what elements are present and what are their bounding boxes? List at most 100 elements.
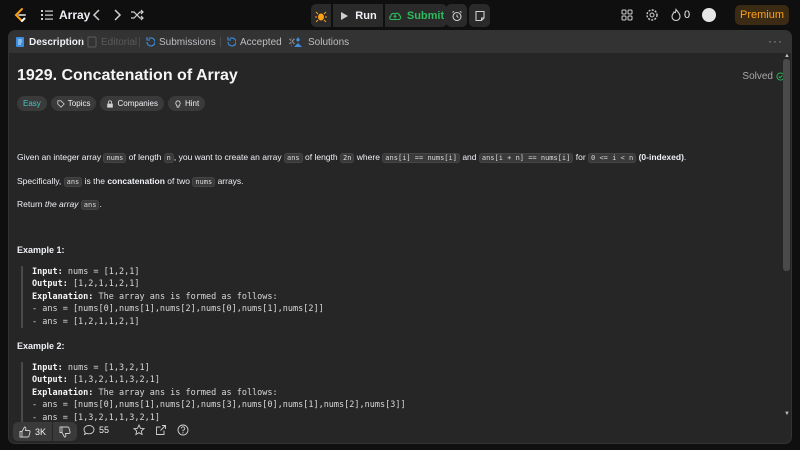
problem-title: 1929. Concatenation of Array [17,67,238,84]
text: for [573,152,589,162]
streak-fire-icon[interactable] [669,8,683,22]
solved-label: Solved [742,71,773,82]
star-icon [133,424,145,436]
tab-submissions-label: Submissions [159,36,216,48]
streak-count: 0 [684,9,691,21]
explanation-line: - ans = [1,2,1,1,2,1] [32,316,140,327]
description-paragraph-3: Return the array ans. [17,198,102,211]
input-value: nums = [1,3,2,1] [62,363,150,373]
tag-icon [57,99,65,108]
output-label: Output: [32,279,68,290]
tab-description[interactable]: Description [15,31,84,53]
timer-button[interactable] [446,4,467,27]
difficulty-badge: Easy [17,96,47,111]
cloud-upload-icon [389,12,401,21]
premium-button[interactable]: Premium [735,5,789,25]
tab-description-label: Description [29,36,85,48]
text: is the [82,176,108,186]
dislike-button[interactable] [53,422,77,441]
chevron-right-icon[interactable] [110,8,124,22]
submit-label: Submit [406,9,445,22]
tab-divider [139,37,140,47]
problem-list-title[interactable]: Array [59,8,90,22]
problem-list-icon[interactable] [40,8,54,22]
problem-content: 1929. Concatenation of Array Solved Easy… [17,53,785,425]
tab-solutions[interactable]: Solutions [292,31,349,53]
run-button[interactable]: Run [333,4,383,27]
explanation-line: - ans = [nums[0],nums[1],nums[2],nums[0]… [32,304,324,315]
editorial-icon [87,36,97,48]
panel-tabbar: Description Editorial Submissions Accept… [9,31,791,53]
explanation-label: Explanation: [32,291,94,302]
tab-divider [81,37,82,47]
hint-chip[interactable]: Hint [167,96,206,111]
more-options-icon[interactable]: ··· [768,34,783,48]
like-count: 3K [35,426,47,437]
topics-label: Topics [67,99,91,108]
tab-solutions-label: Solutions [308,36,350,48]
inline-code: nums [192,177,216,187]
user-avatar[interactable] [702,8,716,22]
hint-label: Hint [184,99,200,108]
text: of two [164,176,193,186]
text: . [683,152,687,162]
layout-grid-icon[interactable] [620,8,634,22]
debug-button[interactable] [311,4,331,27]
lightbulb-icon [175,99,181,108]
tab-submissions[interactable]: Submissions [145,31,216,53]
companies-chip[interactable]: Companies [100,96,164,111]
output-value: [1,3,2,1,1,3,2,1] [67,375,160,386]
like-button[interactable]: 3K [13,422,52,441]
submit-button[interactable]: Submit [385,4,447,27]
bold-text: concatenation [107,176,165,186]
text: of length [302,152,340,162]
description-paragraph-1: Given an integer array nums of length n,… [17,151,686,164]
tab-accepted[interactable]: Accepted ✕ [226,31,296,53]
inline-code: ans [80,200,100,210]
solved-status: Solved [742,71,785,82]
text: , you want to create an array [173,152,284,162]
text: Given an integer array [17,152,104,162]
inline-code: nums [103,153,127,163]
description-panel: Description Editorial Submissions Accept… [8,30,792,444]
chevron-left-icon[interactable] [90,8,104,22]
comments-button[interactable]: 55 [83,424,109,436]
comment-count: 55 [99,425,110,435]
bug-icon [315,11,327,22]
input-value: nums = [1,2,1] [62,267,140,277]
explanation-text: The array ans is formed as follows: [93,387,278,398]
notes-button[interactable] [469,4,490,27]
tab-editorial-label: Editorial [101,36,138,48]
inline-code: 0 <= i < n [588,153,637,163]
input-label: Input: [32,363,63,373]
lock-icon [107,99,114,108]
leetcode-logo-icon[interactable] [12,7,28,23]
scrollbar-thumb[interactable] [783,59,790,271]
submissions-icon [146,37,155,47]
comment-icon [83,425,95,436]
explanation-line: - ans = [nums[0],nums[1],nums[2],nums[3]… [32,400,406,411]
inline-code: ans [63,177,83,187]
accepted-icon [227,37,236,47]
thumbs-down-icon [59,426,71,437]
settings-gear-icon[interactable] [645,8,659,22]
tab-accepted-label: Accepted [240,36,282,48]
share-button[interactable] [155,424,167,436]
input-label: Input: [32,267,63,277]
topics-chip[interactable]: Topics [50,96,97,111]
bold-text: (0-indexed) [638,152,684,162]
thumbs-up-icon [19,426,31,437]
alarm-clock-icon [451,10,462,21]
text: of length [126,152,164,162]
help-button[interactable] [177,424,189,436]
inline-code: ans [283,153,303,163]
question-circle-icon [177,424,189,436]
scroll-down-arrow-icon[interactable]: ▼ [784,411,790,417]
top-navbar: Array Run Submit 0 Premium [0,0,800,30]
shuffle-icon[interactable] [130,8,144,22]
tab-divider [220,37,221,47]
example-2-block: Input: nums = [1,3,2,1] Output: [1,3,2,1… [21,362,406,425]
favorite-button[interactable] [133,424,145,436]
text: Return [17,199,45,209]
text: where [354,152,383,162]
